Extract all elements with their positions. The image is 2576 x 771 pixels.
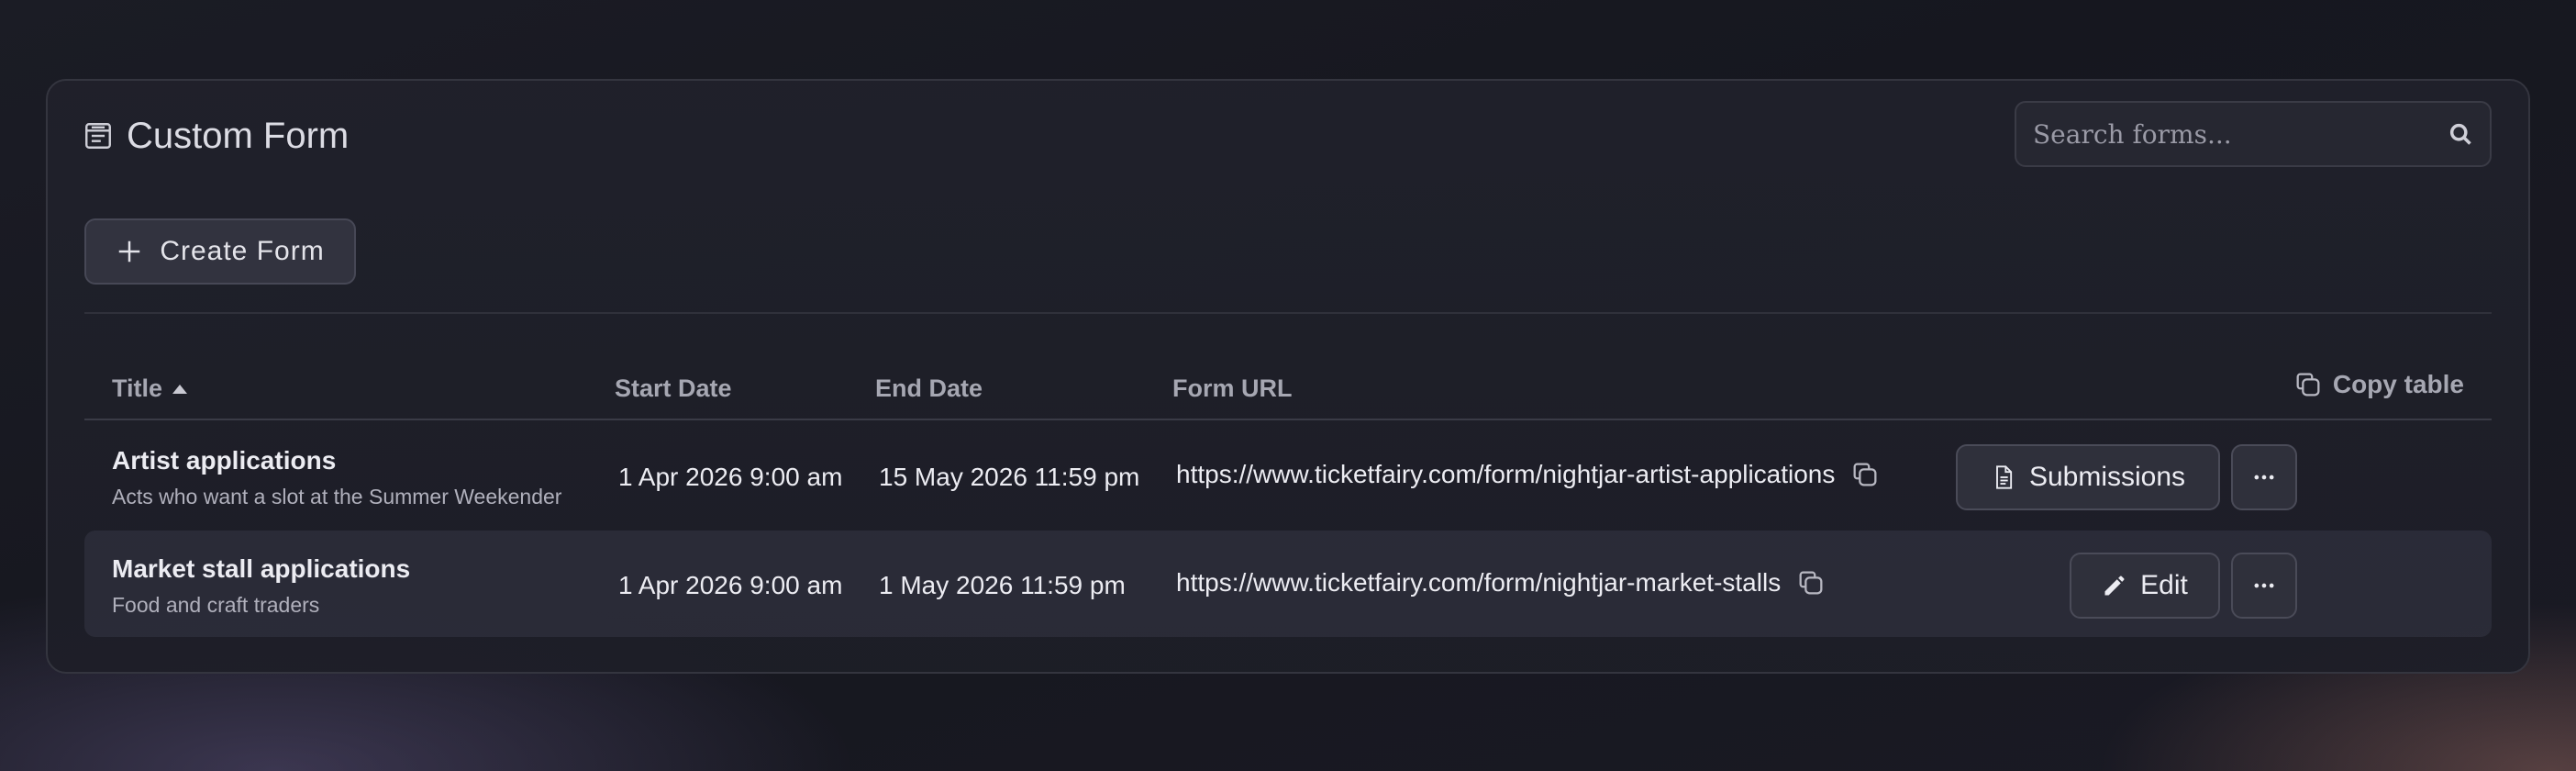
row-end-date: 1 May 2026 11:59 pm <box>879 571 1126 599</box>
column-header-end-date[interactable]: End Date <box>875 374 983 403</box>
row-subtitle: Acts who want a slot at the Summer Weeke… <box>112 485 562 508</box>
copy-table-button[interactable]: Copy table <box>2293 369 2464 400</box>
column-header-start-date[interactable]: Start Date <box>615 374 732 403</box>
row-url-cell: https://www.ticketfairy.com/form/nightja… <box>1176 459 1881 490</box>
page-title: Custom Form <box>127 115 350 156</box>
create-form-label: Create Form <box>160 236 325 266</box>
row-title: Market stall applications <box>112 554 411 583</box>
row-end-date: 15 May 2026 11:59 pm <box>879 463 1140 491</box>
column-header-title[interactable]: Title <box>112 374 188 403</box>
search-icon[interactable] <box>2448 121 2473 147</box>
row-subtitle: Food and craft traders <box>112 593 320 617</box>
row-url-cell: https://www.ticketfairy.com/form/nightja… <box>1176 567 1827 598</box>
row-title-cell: Artist applications Acts who want a slot… <box>112 446 561 509</box>
search-input[interactable] <box>2033 118 2448 150</box>
column-url-label: Form URL <box>1172 374 1293 402</box>
submissions-button[interactable]: Submissions <box>1956 444 2220 510</box>
form-icon <box>85 123 111 149</box>
copy-url-icon[interactable] <box>1795 567 1827 598</box>
create-form-button[interactable]: Create Form <box>84 218 356 285</box>
column-header-form-url[interactable]: Form URL <box>1172 374 1293 403</box>
sort-ascending-icon <box>172 384 188 394</box>
column-end-label: End Date <box>875 374 983 402</box>
row-start-date: 1 Apr 2026 9:00 am <box>618 571 843 599</box>
edit-button[interactable]: Edit <box>2070 553 2220 619</box>
column-start-label: Start Date <box>615 374 732 402</box>
row-title: Artist applications <box>112 446 337 475</box>
more-horizontal-icon <box>2254 583 2274 588</box>
plus-icon <box>119 240 140 263</box>
table-row: Market stall applications Food and craft… <box>84 531 2492 637</box>
row-title-cell: Market stall applications Food and craft… <box>112 554 410 618</box>
row-start-date: 1 Apr 2026 9:00 am <box>618 463 843 491</box>
column-title-label: Title <box>112 374 163 402</box>
page-header: Custom Form <box>83 108 349 163</box>
table-row: Artist applications Acts who want a slot… <box>84 422 2492 529</box>
copy-url-icon[interactable] <box>1849 459 1881 490</box>
divider <box>84 312 2492 314</box>
search-box[interactable] <box>2015 101 2492 167</box>
edit-label: Edit <box>2140 570 2188 600</box>
row-form-url[interactable]: https://www.ticketfairy.com/form/nightja… <box>1176 568 1781 598</box>
table-header: Title Start Date End Date Form URL Copy … <box>84 356 2492 420</box>
copy-icon <box>2296 373 2320 397</box>
document-icon <box>1996 465 2013 489</box>
more-options-button[interactable] <box>2231 553 2297 619</box>
more-options-button[interactable] <box>2231 444 2297 510</box>
submissions-label: Submissions <box>2028 462 2186 492</box>
pencil-icon <box>2104 575 2125 596</box>
forms-panel: Custom Form Create Form Title Start Date… <box>46 79 2530 674</box>
more-horizontal-icon <box>2254 475 2274 480</box>
copy-table-label: Copy table <box>2332 370 2464 398</box>
row-form-url[interactable]: https://www.ticketfairy.com/form/nightja… <box>1176 460 1835 489</box>
